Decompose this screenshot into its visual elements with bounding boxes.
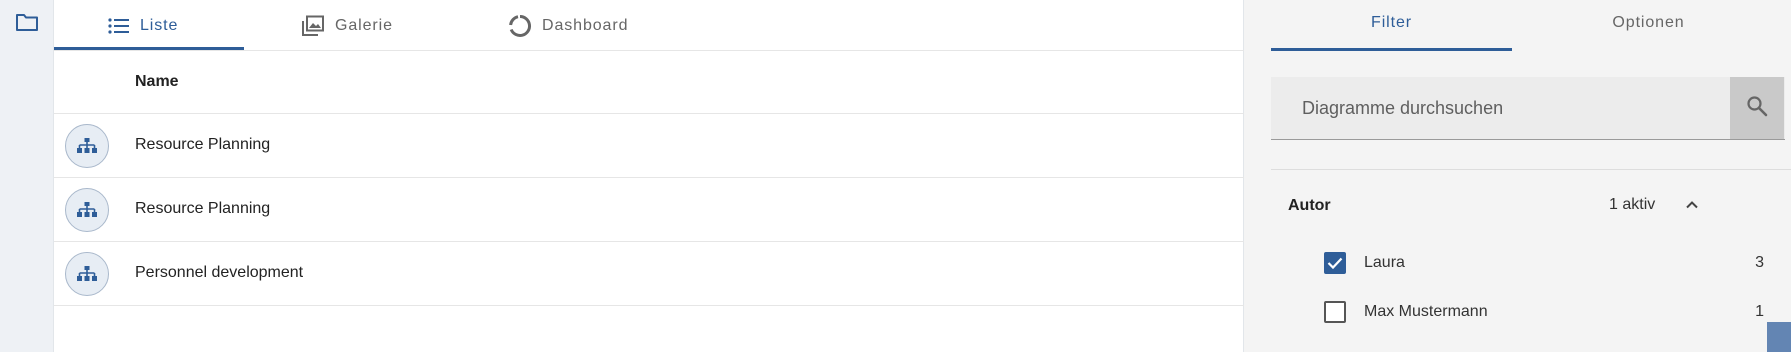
facet-option-count: 3 [1755,254,1764,271]
facet-title: Autor [1288,197,1331,214]
folder-button[interactable] [13,10,41,38]
facet-option-count: 1 [1755,303,1764,320]
table-row[interactable]: Personnel development [54,242,1244,306]
checkbox-unchecked[interactable] [1324,301,1346,323]
search-icon [1746,95,1768,122]
divider [1271,169,1791,170]
tab-optionen[interactable]: Optionen [1512,0,1785,45]
tab-liste-label: Liste [140,16,179,34]
facet-active-count: 1 aktiv [1609,196,1656,213]
scroll-handle[interactable] [1767,322,1791,352]
view-tabs: Liste Galerie Dashboard [54,0,1244,51]
tab-dashboard-label: Dashboard [542,16,629,34]
tab-dashboard[interactable]: Dashboard [508,0,628,51]
org-chart-icon [65,124,109,168]
search-button[interactable] [1730,77,1784,139]
org-chart-icon [65,252,109,296]
facet-option-laura[interactable]: Laura 3 [1324,247,1764,277]
tab-optionen-label: Optionen [1612,13,1685,31]
search-input[interactable] [1271,77,1731,139]
column-header-name[interactable]: Name [135,73,179,91]
tab-galerie-label: Galerie [335,16,393,34]
folder-icon [15,12,39,37]
donut-chart-icon [508,14,532,38]
gallery-icon [301,15,325,37]
row-name: Resource Planning [135,200,271,217]
tab-galerie[interactable]: Galerie [301,0,393,51]
active-tab-indicator [54,47,244,50]
table-header: Name [54,51,1244,114]
tab-filter-label: Filter [1371,13,1412,31]
list-icon [108,17,130,35]
org-chart-icon [65,188,109,232]
search-field [1271,77,1785,140]
facet-autor-header[interactable]: Autor 1 aktiv [1271,184,1771,226]
row-name: Personnel development [135,264,304,281]
tab-filter[interactable]: Filter [1271,0,1512,45]
active-panel-tab-indicator [1271,48,1512,51]
table-row[interactable]: Resource Planning [54,114,1244,178]
facet-option-label: Max Mustermann [1364,303,1488,320]
facet-option-max-mustermann[interactable]: Max Mustermann 1 [1324,296,1764,326]
tab-liste[interactable]: Liste [108,0,178,51]
filter-panel: Filter Optionen Autor 1 aktiv Laura 3 [1244,0,1791,352]
chevron-up-icon[interactable] [1683,196,1701,219]
facet-option-label: Laura [1364,254,1405,271]
checkbox-checked[interactable] [1324,252,1346,274]
table-row[interactable]: Resource Planning [54,178,1244,242]
left-rail [0,0,54,352]
row-name: Resource Planning [135,136,271,153]
main-content: Liste Galerie Dashboard Name Resource Pl… [54,0,1244,352]
